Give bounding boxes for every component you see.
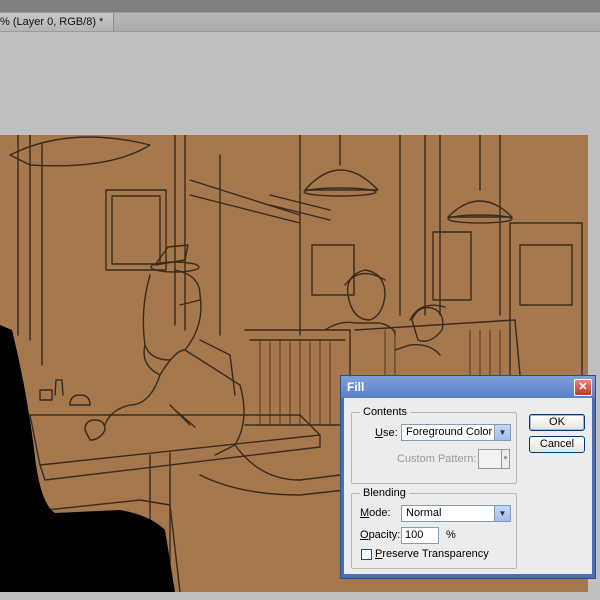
opacity-input[interactable]: 100: [401, 527, 439, 544]
document-tab[interactable]: % (Layer 0, RGB/8) *: [0, 13, 115, 31]
use-label: Use:: [375, 427, 398, 439]
pattern-dropdown-icon: ▾: [501, 449, 510, 469]
custom-pattern-label: Custom Pattern:: [397, 453, 477, 465]
preserve-transparency-checkbox[interactable]: [361, 549, 372, 560]
contents-group: Contents Use: Foreground Color ▼ Custom …: [351, 406, 517, 484]
mode-select-value: Normal: [406, 507, 442, 519]
ok-button[interactable]: OK: [529, 414, 585, 431]
chevron-down-icon: ▼: [494, 506, 510, 521]
mode-select[interactable]: Normal ▼: [401, 505, 511, 522]
opacity-label: Opacity:: [360, 529, 401, 541]
fill-dialog-title: Fill: [347, 380, 365, 394]
fill-dialog-titlebar[interactable]: Fill ✕: [341, 376, 595, 398]
use-select-value: Foreground Color: [406, 426, 493, 438]
mode-label: Mode:: [360, 507, 391, 519]
fill-dialog-body: Contents Use: Foreground Color ▼ Custom …: [344, 398, 592, 574]
chevron-down-icon: ▼: [494, 425, 510, 440]
blending-legend: Blending: [360, 487, 409, 499]
opacity-unit: %: [446, 529, 456, 541]
blending-group: Blending Mode: Normal ▼ Opacity: 100 % P…: [351, 487, 517, 569]
cancel-button[interactable]: Cancel: [529, 436, 585, 453]
preserve-transparency-label[interactable]: Preserve Transparency: [375, 548, 489, 560]
contents-legend: Contents: [360, 406, 411, 418]
use-select[interactable]: Foreground Color ▼: [401, 424, 511, 441]
preserve-transparency-text: reserve Transparency: [382, 548, 489, 560]
document-tab-bar: % (Layer 0, RGB/8) *: [0, 0, 600, 31]
close-icon[interactable]: ✕: [574, 379, 592, 396]
pattern-swatch: [478, 449, 502, 469]
document-tab-title: % (Layer 0, RGB/8) *: [0, 16, 104, 28]
fill-dialog: Fill ✕ Contents Use: Foreground Color ▼ …: [340, 375, 596, 579]
